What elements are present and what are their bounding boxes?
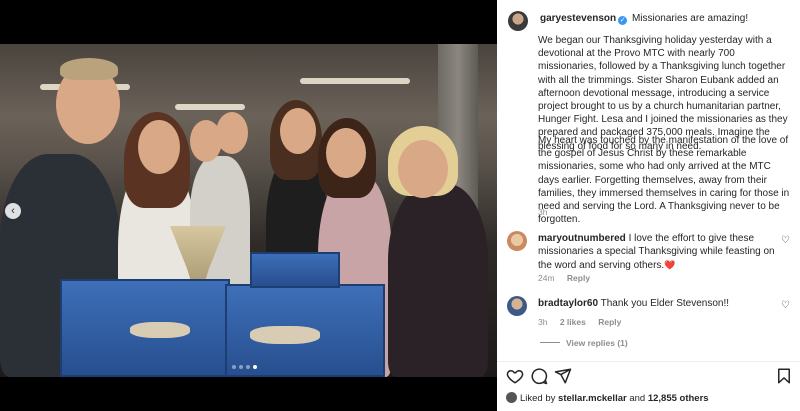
comment-username[interactable]: maryoutnumbered: [538, 233, 626, 244]
comment-likes[interactable]: 2 likes: [560, 317, 586, 327]
comment-meta: 3h 2 likes Reply: [538, 317, 631, 327]
avatar[interactable]: [507, 231, 527, 251]
post-side-panel: garyestevenson ✓ Missionaries are amazing…: [497, 0, 800, 411]
view-replies-label: View replies (1): [566, 338, 628, 348]
comment-meta: 24m Reply: [538, 273, 600, 283]
caption-header: garyestevenson ✓ Missionaries are amazing…: [540, 12, 790, 25]
likes-summary: Liked by stellar.mckellar and 12,855 oth…: [506, 392, 709, 404]
comment-body: Thank you Elder Stevenson!!: [600, 298, 730, 309]
person-head: [138, 120, 180, 174]
slide-dot-active: [253, 365, 257, 369]
heart-icon[interactable]: ♡: [781, 235, 790, 246]
avatar[interactable]: [506, 392, 517, 403]
person-head: [398, 140, 448, 198]
slide-dot: [239, 365, 243, 369]
person-head: [326, 128, 366, 178]
divider-line: [540, 342, 560, 343]
likes-and: and: [629, 393, 646, 404]
food-pile: [130, 322, 190, 338]
chevron-left-icon: ‹: [11, 205, 15, 217]
reply-button[interactable]: Reply: [598, 317, 621, 327]
post-actions: [506, 367, 796, 385]
post-media: ‹: [0, 0, 497, 411]
caption-area: garyestevenson ✓ Missionaries are amazing…: [497, 0, 800, 362]
likes-others[interactable]: 12,855 others: [648, 393, 709, 404]
bookmark-icon[interactable]: [775, 367, 793, 385]
comment-text: maryoutnumbered I love the effort to giv…: [538, 233, 778, 272]
ceiling-light: [300, 78, 410, 84]
slide-dot: [246, 365, 250, 369]
slide-indicator: [232, 365, 257, 369]
comment-icon[interactable]: [530, 367, 548, 385]
red-heart-emoji: ❤️: [664, 259, 676, 270]
previous-slide-button[interactable]: ‹: [5, 203, 21, 219]
comment-username[interactable]: bradtaylor60: [538, 298, 598, 309]
person-head: [280, 108, 316, 154]
verified-icon: ✓: [618, 16, 628, 25]
caption-headline: Missionaries are amazing!: [631, 13, 749, 24]
liked-by-user[interactable]: stellar.mckellar: [558, 393, 627, 404]
avatar[interactable]: [508, 11, 528, 31]
heart-icon[interactable]: ♡: [781, 300, 790, 311]
food-pile: [250, 326, 320, 344]
divider: [497, 361, 800, 362]
comment-time[interactable]: 24m: [538, 273, 555, 283]
person-hair: [60, 58, 118, 80]
share-icon[interactable]: [554, 367, 572, 385]
likes-prefix: Liked by: [520, 393, 556, 404]
avatar[interactable]: [507, 296, 527, 316]
comment-item: bradtaylor60 Thank you Elder Stevenson!!…: [506, 296, 796, 332]
reply-button[interactable]: Reply: [567, 273, 590, 283]
post-photo: [0, 44, 497, 377]
caption-paragraph-2: My heart was touched by the manifestatio…: [538, 135, 790, 226]
heart-icon[interactable]: [506, 367, 524, 385]
comment-text: bradtaylor60 Thank you Elder Stevenson!!: [538, 298, 778, 311]
person-head: [216, 112, 248, 154]
ceiling-light: [175, 104, 245, 110]
author-username[interactable]: garyestevenson: [540, 13, 616, 24]
comment-item: maryoutnumbered I love the effort to giv…: [506, 231, 796, 285]
slide-dot: [232, 365, 236, 369]
comment-time[interactable]: 3h: [538, 317, 547, 327]
person-woman-blonde: [388, 184, 488, 377]
caption-time[interactable]: 3h: [538, 207, 547, 217]
view-replies-button[interactable]: View replies (1): [540, 338, 628, 348]
food-box: [250, 252, 340, 288]
